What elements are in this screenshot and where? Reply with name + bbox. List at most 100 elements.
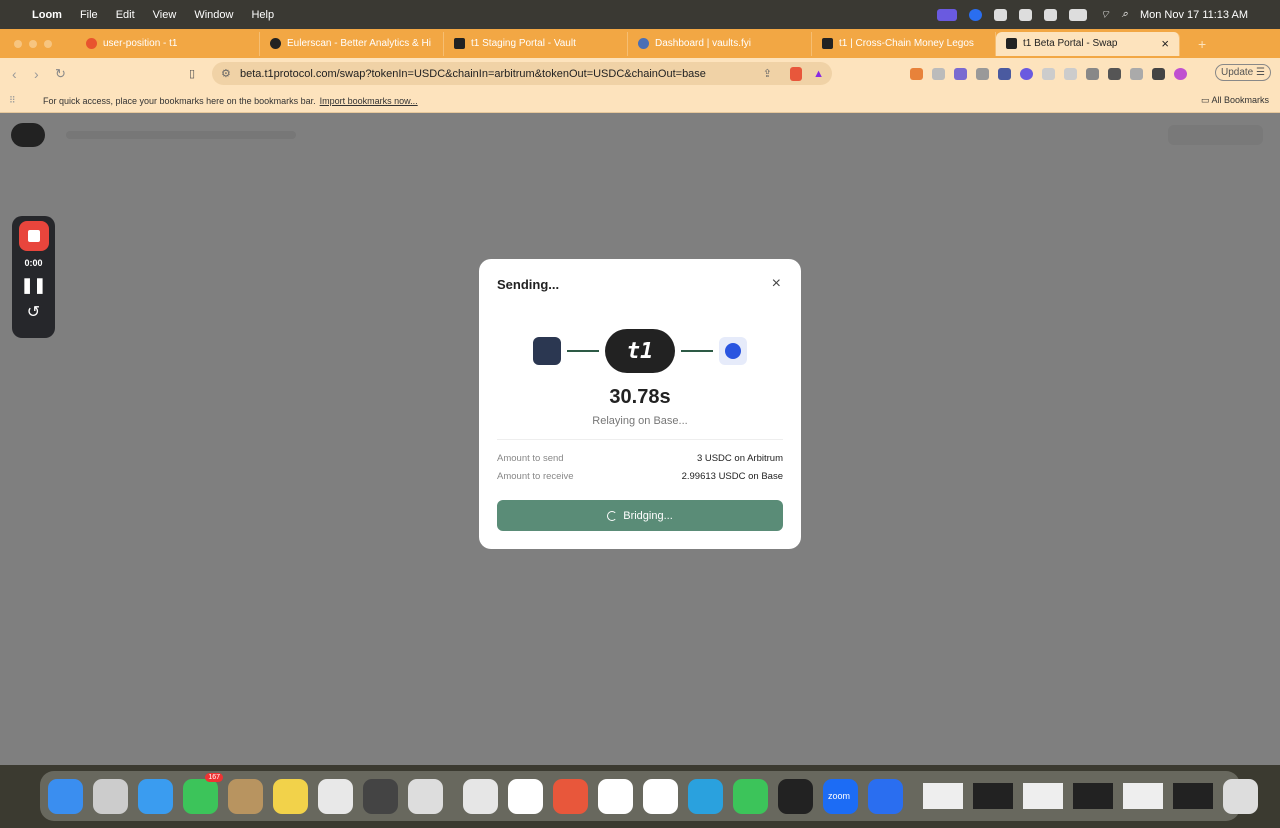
- elapsed-timer: 30.78s: [609, 386, 671, 408]
- tab-t1-beta-swap[interactable]: t1 Beta Portal - Swap ×: [996, 31, 1180, 56]
- extension-icon[interactable]: [1064, 67, 1077, 80]
- update-button[interactable]: Update ☰: [1215, 64, 1271, 81]
- puzzle-icon[interactable]: [1042, 67, 1055, 80]
- dock-finder-icon[interactable]: [48, 778, 83, 814]
- dock-safari-icon[interactable]: [138, 778, 173, 814]
- stop-recording-button[interactable]: [18, 221, 49, 251]
- address-bar[interactable]: ⚙ beta.t1protocol.com/swap?tokenIn=USDC&…: [212, 62, 832, 85]
- spinner-icon: [607, 510, 618, 521]
- wifi-icon[interactable]: ⌔: [1099, 8, 1109, 22]
- battery-icon[interactable]: [1069, 8, 1088, 21]
- brave-rewards-icon[interactable]: ▲: [813, 68, 824, 80]
- dock-iphone-mirroring-icon[interactable]: [408, 778, 443, 814]
- tab-eulerscan[interactable]: Eulerscan - Better Analytics & Hi: [260, 31, 444, 56]
- dock-window-thumbnail[interactable]: [1173, 783, 1213, 809]
- menu-app[interactable]: Loom: [32, 9, 62, 21]
- nav-blurred: [66, 131, 296, 139]
- reload-icon[interactable]: ↻: [55, 66, 66, 82]
- dock-window-thumbnail[interactable]: [923, 783, 963, 809]
- menu-edit[interactable]: Edit: [116, 9, 135, 21]
- tab-vaults-dashboard[interactable]: Dashboard | vaults.fyi: [628, 31, 812, 56]
- dock-window-thumbnail[interactable]: [1073, 783, 1113, 809]
- dock-window-thumbnail[interactable]: [1023, 783, 1063, 809]
- extension-icon[interactable]: [976, 67, 989, 80]
- tab-t1-money-legos[interactable]: t1 | Cross-Chain Money Legos: [812, 31, 996, 56]
- tab-favicon-icon: [822, 38, 833, 49]
- apps-icon[interactable]: ⠿: [9, 95, 16, 106]
- extension-icon[interactable]: [954, 67, 967, 80]
- dock-chatgpt-icon[interactable]: [508, 778, 543, 814]
- bridge-route: t1: [479, 329, 801, 373]
- divider: [497, 439, 783, 440]
- status-icon[interactable]: [1019, 8, 1033, 21]
- brave-shields-icon[interactable]: [790, 66, 802, 81]
- restart-icon[interactable]: ↺: [27, 302, 40, 322]
- wallet-icon[interactable]: [1108, 67, 1121, 80]
- site-settings-icon[interactable]: ⚙: [221, 67, 231, 80]
- dock-settings-icon[interactable]: [363, 778, 398, 814]
- search-icon[interactable]: ⌕: [1122, 8, 1128, 21]
- clock[interactable]: Mon Nov 17 11:13 AM: [1140, 9, 1248, 21]
- tab-user-position[interactable]: user-position - t1: [76, 31, 260, 56]
- notion-status-icon[interactable]: [1044, 8, 1058, 21]
- share-icon[interactable]: ⇪: [763, 67, 772, 80]
- bookmark-icon[interactable]: ▯: [189, 67, 195, 80]
- menu-file[interactable]: File: [80, 9, 98, 21]
- pause-icon[interactable]: ❚❚: [21, 276, 46, 294]
- dock-notion-icon[interactable]: [643, 778, 678, 814]
- all-bookmarks[interactable]: ▭ All Bookmarks: [1201, 95, 1269, 106]
- new-tab-button[interactable]: +: [1198, 36, 1206, 52]
- forward-icon[interactable]: ›: [34, 66, 39, 82]
- menu-help[interactable]: Help: [251, 9, 274, 21]
- extension-icon[interactable]: [998, 67, 1011, 80]
- tab-favicon-icon: [638, 38, 649, 49]
- loom-status-icon[interactable]: [937, 8, 958, 21]
- bridging-button[interactable]: Bridging...: [497, 500, 783, 531]
- status-icon[interactable]: [994, 8, 1008, 21]
- close-icon[interactable]: ×: [772, 275, 781, 293]
- metamask-extension-icon[interactable]: [910, 67, 923, 80]
- dock-messages-icon[interactable]: 167: [183, 772, 223, 814]
- dock-launchpad-icon[interactable]: [93, 778, 128, 814]
- dock-zoom-icon[interactable]: zoom: [823, 778, 858, 814]
- dock-whatsapp-icon[interactable]: [733, 778, 768, 814]
- dock-1password-icon[interactable]: [463, 778, 498, 814]
- tab-t1-staging[interactable]: t1 Staging Portal - Vault: [444, 31, 628, 56]
- window-controls[interactable]: [14, 39, 76, 48]
- trash-icon[interactable]: [1223, 778, 1258, 814]
- dock-window-thumbnail[interactable]: [1123, 783, 1163, 809]
- vpn-icon[interactable]: [1152, 67, 1165, 80]
- toolbar: ‹ › ↻ ▯ ⚙ beta.t1protocol.com/swap?token…: [0, 58, 1280, 89]
- bookmarks-bar: ⠿ For quick access, place your bookmarks…: [0, 89, 1280, 113]
- dock-telegram-icon[interactable]: [688, 778, 723, 814]
- tab-close-icon[interactable]: ×: [1161, 36, 1169, 51]
- sidebar-icon[interactable]: [1086, 67, 1099, 80]
- menu-view[interactable]: View: [153, 9, 177, 21]
- zoom-status-icon[interactable]: [969, 8, 983, 21]
- tab-bar: user-position - t1 Eulerscan - Better An…: [0, 29, 1280, 58]
- back-icon[interactable]: ‹: [12, 66, 17, 82]
- t1-logo: t1: [605, 329, 675, 373]
- leo-icon[interactable]: [1130, 67, 1143, 80]
- menu-bar: Loom File Edit View Window Help ⌔ ⌕ Mon …: [0, 0, 1280, 29]
- zoom-label: zoom: [828, 790, 851, 801]
- loom-recorder: 0:00 ❚❚ ↺: [12, 216, 55, 338]
- import-bookmarks-link[interactable]: Import bookmarks now...: [320, 96, 418, 106]
- dock-notes-icon[interactable]: [273, 778, 308, 814]
- amount-send-row: Amount to send 3 USDC on Arbitrum: [497, 453, 783, 464]
- profile-icon[interactable]: [1174, 67, 1187, 80]
- menu-window[interactable]: Window: [194, 9, 233, 21]
- extension-icon[interactable]: [932, 67, 945, 80]
- dock-contacts-icon[interactable]: [228, 778, 263, 814]
- extension-icon[interactable]: [1020, 67, 1033, 80]
- dock-window-thumbnail[interactable]: [973, 783, 1013, 809]
- arbitrum-icon: [533, 337, 561, 365]
- dock-figma-icon[interactable]: [778, 778, 813, 814]
- dock-brave-icon[interactable]: [553, 778, 588, 814]
- dock-freeform-icon[interactable]: [318, 778, 353, 814]
- dock-slack-icon[interactable]: [598, 778, 633, 814]
- extensions: [910, 67, 1187, 80]
- dock-app-icon[interactable]: [868, 778, 903, 814]
- dock: 167 zoom: [40, 771, 1258, 821]
- tab-favicon-icon: [86, 38, 97, 49]
